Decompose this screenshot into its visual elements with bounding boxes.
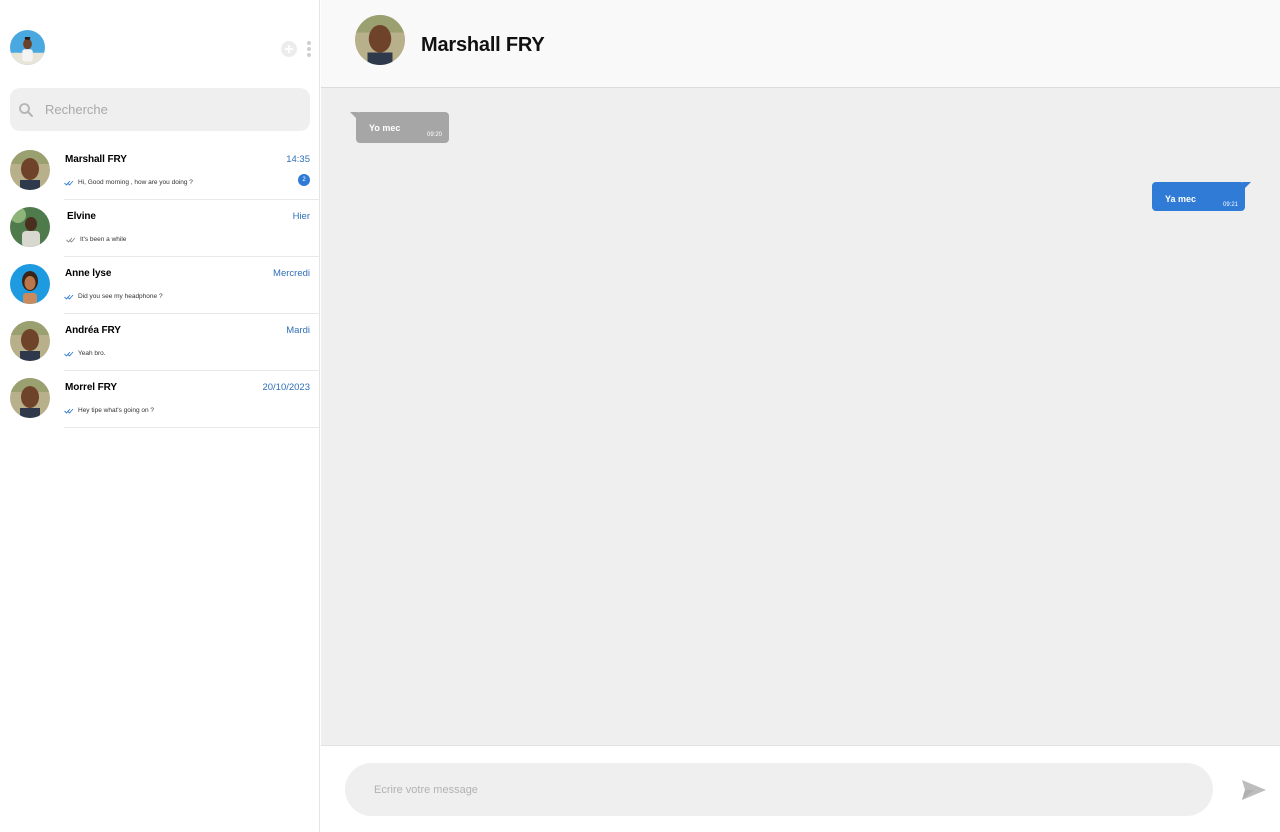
message-text: Yo mec	[369, 123, 401, 133]
bubble-tail	[1243, 182, 1251, 190]
avatar	[10, 264, 50, 304]
contact-avatar[interactable]	[355, 15, 405, 65]
search-icon	[19, 102, 33, 117]
conversation-item[interactable]: Marshall FRY 14:35 Hi, Good morning , ho…	[0, 143, 320, 200]
bubble-tail	[350, 112, 358, 120]
double-check-icon	[64, 180, 74, 186]
last-message-time: Mercredi	[273, 268, 310, 279]
conversation-item[interactable]: Morrel FRY 20/10/2023 Hey tipe what's go…	[0, 371, 320, 428]
double-check-icon	[64, 351, 74, 357]
contact-name: Morrel FRY	[65, 382, 117, 393]
avatar	[10, 207, 50, 247]
message-preview: Did you see my headphone ?	[64, 293, 163, 300]
contact-name: Anne lyse	[65, 268, 112, 279]
last-message-time: 20/10/2023	[262, 382, 310, 393]
message-preview: Yeah bro.	[64, 350, 106, 357]
message-preview-text: Hey tipe what's going on ?	[78, 407, 155, 414]
send-icon[interactable]	[1241, 779, 1267, 801]
incoming-message-bubble[interactable]: Yo mec 09:20	[350, 112, 449, 143]
kebab-menu-icon[interactable]	[307, 41, 311, 57]
avatar	[10, 321, 50, 361]
new-chat-plus-icon[interactable]	[281, 41, 297, 57]
message-input[interactable]	[345, 763, 1213, 816]
avatar	[10, 150, 50, 190]
conversation-item[interactable]: Andréa FRY Mardi Yeah bro.	[0, 314, 320, 371]
last-message-time: Hier	[292, 211, 310, 222]
double-check-icon	[64, 408, 74, 414]
message-preview-text: It's been a while	[80, 236, 127, 243]
message-preview-text: Did you see my headphone ?	[78, 293, 163, 300]
chat-panel: Marshall FRY Yo mec 09:20 Ya mec 09:21	[321, 0, 1280, 832]
conversation-item[interactable]: Elvine Hier It's been a while	[0, 200, 320, 257]
message-preview: Hey tipe what's going on ?	[64, 407, 154, 414]
sidebar-actions	[281, 41, 311, 57]
chat-header: Marshall FRY	[321, 0, 1280, 88]
message-composer	[321, 745, 1280, 832]
contact-name: Elvine	[67, 211, 96, 222]
unread-count-badge: 2	[298, 174, 310, 186]
conversation-item[interactable]: Anne lyse Mercredi Did you see my headph…	[0, 257, 320, 314]
my-profile-avatar[interactable]	[10, 30, 45, 65]
double-check-icon	[64, 294, 74, 300]
sidebar: Marshall FRY 14:35 Hi, Good morning , ho…	[0, 0, 320, 832]
message-preview-text: Hi, Good morning , how are you doing ?	[78, 179, 193, 186]
message-preview: Hi, Good morning , how are you doing ?	[64, 179, 193, 186]
message-preview: It's been a while	[66, 236, 126, 243]
contact-name: Andréa FRY	[65, 325, 121, 336]
chat-contact-name: Marshall FRY	[421, 34, 545, 56]
outgoing-message-bubble[interactable]: Ya mec 09:21	[1152, 182, 1251, 211]
divider	[64, 427, 320, 428]
search-bar	[10, 88, 310, 131]
avatar	[10, 378, 50, 418]
message-preview-text: Yeah bro.	[78, 350, 106, 357]
last-message-time: 14:35	[286, 154, 310, 165]
search-input[interactable]	[45, 102, 285, 117]
contact-name: Marshall FRY	[65, 154, 127, 165]
last-message-time: Mardi	[286, 325, 310, 336]
message-time: 09:20	[426, 132, 442, 138]
messaging-app: Marshall FRY 14:35 Hi, Good morning , ho…	[0, 0, 1280, 832]
double-check-icon	[66, 237, 76, 243]
message-text: Ya mec	[1165, 194, 1197, 204]
conversation-list: Marshall FRY 14:35 Hi, Good morning , ho…	[0, 143, 320, 428]
message-time: 09:21	[1222, 202, 1238, 208]
